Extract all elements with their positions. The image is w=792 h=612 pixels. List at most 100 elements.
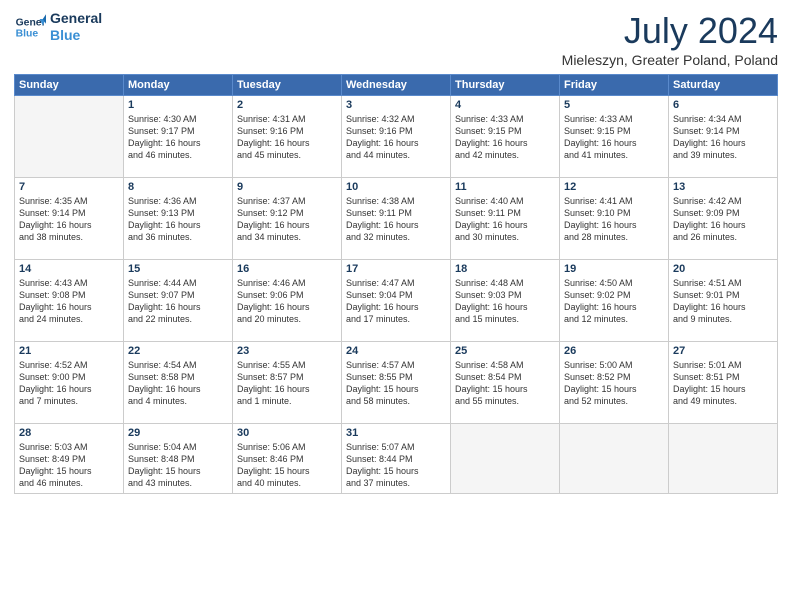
- calendar-day-cell: [451, 424, 560, 494]
- day-number: 14: [19, 263, 119, 275]
- calendar-day-cell: 3 Sunrise: 4:32 AM Sunset: 9:16 PM Daylig…: [342, 96, 451, 178]
- day-info: Sunrise: 4:40 AM Sunset: 9:11 PM Dayligh…: [455, 195, 555, 244]
- calendar-table: SundayMondayTuesdayWednesdayThursdayFrid…: [14, 74, 778, 494]
- day-number: 18: [455, 263, 555, 275]
- day-info: Sunrise: 4:33 AM Sunset: 9:15 PM Dayligh…: [455, 113, 555, 162]
- logo: General Blue General Blue: [14, 10, 102, 44]
- calendar-day-cell: 20 Sunrise: 4:51 AM Sunset: 9:01 PM Dayli…: [669, 260, 778, 342]
- day-number: 23: [237, 345, 337, 357]
- calendar-day-cell: 25 Sunrise: 4:58 AM Sunset: 8:54 PM Dayli…: [451, 342, 560, 424]
- day-info: Sunrise: 4:48 AM Sunset: 9:03 PM Dayligh…: [455, 277, 555, 326]
- logo-text-line2: Blue: [50, 27, 102, 44]
- day-info: Sunrise: 4:44 AM Sunset: 9:07 PM Dayligh…: [128, 277, 228, 326]
- svg-text:Blue: Blue: [16, 28, 39, 39]
- day-info: Sunrise: 4:58 AM Sunset: 8:54 PM Dayligh…: [455, 359, 555, 408]
- calendar-day-cell: 23Sunrise: 4:55 AM Sunset: 8:57 PM Dayli…: [233, 342, 342, 424]
- calendar-header-row: SundayMondayTuesdayWednesdayThursdayFrid…: [15, 75, 778, 96]
- day-info: Sunrise: 4:57 AM Sunset: 8:55 PM Dayligh…: [346, 359, 446, 408]
- calendar-day-cell: 7Sunrise: 4:35 AM Sunset: 9:14 PM Daylig…: [15, 178, 124, 260]
- day-info: Sunrise: 4:42 AM Sunset: 9:09 PM Dayligh…: [673, 195, 773, 244]
- day-number: 1: [128, 99, 228, 111]
- day-number: 28: [19, 427, 119, 439]
- page: General Blue General Blue July 2024 Miel…: [0, 0, 792, 612]
- calendar-day-cell: 27 Sunrise: 5:01 AM Sunset: 8:51 PM Dayli…: [669, 342, 778, 424]
- day-info: Sunrise: 4:38 AM Sunset: 9:11 PM Dayligh…: [346, 195, 446, 244]
- calendar-day-cell: 11 Sunrise: 4:40 AM Sunset: 9:11 PM Dayli…: [451, 178, 560, 260]
- calendar-day-cell: 14Sunrise: 4:43 AM Sunset: 9:08 PM Dayli…: [15, 260, 124, 342]
- calendar-day-header: Thursday: [451, 75, 560, 96]
- day-number: 29: [128, 427, 228, 439]
- calendar-day-cell: 24 Sunrise: 4:57 AM Sunset: 8:55 PM Dayli…: [342, 342, 451, 424]
- calendar-day-cell: 30 Sunrise: 5:06 AM Sunset: 8:46 PM Dayli…: [233, 424, 342, 494]
- day-info: Sunrise: 5:04 AM Sunset: 8:48 PM Dayligh…: [128, 441, 228, 490]
- day-number: 13: [673, 181, 773, 193]
- day-info: Sunrise: 4:33 AM Sunset: 9:15 PM Dayligh…: [564, 113, 664, 162]
- calendar-day-cell: 2Sunrise: 4:31 AM Sunset: 9:16 PM Daylig…: [233, 96, 342, 178]
- day-info: Sunrise: 4:37 AM Sunset: 9:12 PM Dayligh…: [237, 195, 337, 244]
- day-number: 3: [346, 99, 446, 111]
- day-number: 20: [673, 263, 773, 275]
- calendar-day-cell: [669, 424, 778, 494]
- calendar-day-cell: 31 Sunrise: 5:07 AM Sunset: 8:44 PM Dayli…: [342, 424, 451, 494]
- calendar-day-cell: 18 Sunrise: 4:48 AM Sunset: 9:03 PM Dayli…: [451, 260, 560, 342]
- day-number: 15: [128, 263, 228, 275]
- day-number: 16: [237, 263, 337, 275]
- calendar-week-row: 14Sunrise: 4:43 AM Sunset: 9:08 PM Dayli…: [15, 260, 778, 342]
- logo-text-line1: General: [50, 10, 102, 27]
- calendar-day-cell: 28Sunrise: 5:03 AM Sunset: 8:49 PM Dayli…: [15, 424, 124, 494]
- calendar-day-cell: 22 Sunrise: 4:54 AM Sunset: 8:58 PM Dayli…: [124, 342, 233, 424]
- calendar-day-header: Saturday: [669, 75, 778, 96]
- day-number: 21: [19, 345, 119, 357]
- day-info: Sunrise: 4:34 AM Sunset: 9:14 PM Dayligh…: [673, 113, 773, 162]
- calendar-week-row: 7Sunrise: 4:35 AM Sunset: 9:14 PM Daylig…: [15, 178, 778, 260]
- calendar-week-row: 1Sunrise: 4:30 AM Sunset: 9:17 PM Daylig…: [15, 96, 778, 178]
- day-number: 19: [564, 263, 664, 275]
- logo-icon: General Blue: [14, 11, 46, 43]
- day-number: 25: [455, 345, 555, 357]
- day-number: 11: [455, 181, 555, 193]
- day-number: 2: [237, 99, 337, 111]
- calendar-day-header: Friday: [560, 75, 669, 96]
- calendar-day-cell: [15, 96, 124, 178]
- location-title: Mieleszyn, Greater Poland, Poland: [562, 52, 778, 68]
- calendar-day-cell: 4 Sunrise: 4:33 AM Sunset: 9:15 PM Daylig…: [451, 96, 560, 178]
- day-info: Sunrise: 4:32 AM Sunset: 9:16 PM Dayligh…: [346, 113, 446, 162]
- day-info: Sunrise: 4:54 AM Sunset: 8:58 PM Dayligh…: [128, 359, 228, 408]
- day-number: 31: [346, 427, 446, 439]
- calendar-day-cell: [560, 424, 669, 494]
- calendar-day-cell: 8Sunrise: 4:36 AM Sunset: 9:13 PM Daylig…: [124, 178, 233, 260]
- calendar-day-header: Tuesday: [233, 75, 342, 96]
- calendar-week-row: 28Sunrise: 5:03 AM Sunset: 8:49 PM Dayli…: [15, 424, 778, 494]
- calendar-day-cell: 5 Sunrise: 4:33 AM Sunset: 9:15 PM Daylig…: [560, 96, 669, 178]
- calendar-day-cell: 15 Sunrise: 4:44 AM Sunset: 9:07 PM Dayli…: [124, 260, 233, 342]
- day-number: 17: [346, 263, 446, 275]
- calendar-day-header: Wednesday: [342, 75, 451, 96]
- title-block: July 2024 Mieleszyn, Greater Poland, Pol…: [562, 10, 778, 68]
- day-number: 8: [128, 181, 228, 193]
- calendar-week-row: 21 Sunrise: 4:52 AM Sunset: 9:00 PM Dayli…: [15, 342, 778, 424]
- day-info: Sunrise: 4:50 AM Sunset: 9:02 PM Dayligh…: [564, 277, 664, 326]
- day-info: Sunrise: 5:01 AM Sunset: 8:51 PM Dayligh…: [673, 359, 773, 408]
- calendar-day-cell: 12Sunrise: 4:41 AM Sunset: 9:10 PM Dayli…: [560, 178, 669, 260]
- day-info: Sunrise: 4:41 AM Sunset: 9:10 PM Dayligh…: [564, 195, 664, 244]
- day-info: Sunrise: 5:06 AM Sunset: 8:46 PM Dayligh…: [237, 441, 337, 490]
- header: General Blue General Blue July 2024 Miel…: [14, 10, 778, 68]
- month-title: July 2024: [562, 10, 778, 52]
- calendar-day-header: Sunday: [15, 75, 124, 96]
- calendar-day-cell: 19 Sunrise: 4:50 AM Sunset: 9:02 PM Dayli…: [560, 260, 669, 342]
- day-number: 5: [564, 99, 664, 111]
- day-info: Sunrise: 4:52 AM Sunset: 9:00 PM Dayligh…: [19, 359, 119, 408]
- day-info: Sunrise: 4:51 AM Sunset: 9:01 PM Dayligh…: [673, 277, 773, 326]
- day-number: 30: [237, 427, 337, 439]
- calendar-day-cell: 1Sunrise: 4:30 AM Sunset: 9:17 PM Daylig…: [124, 96, 233, 178]
- day-info: Sunrise: 4:46 AM Sunset: 9:06 PM Dayligh…: [237, 277, 337, 326]
- day-number: 22: [128, 345, 228, 357]
- calendar-day-cell: 9 Sunrise: 4:37 AM Sunset: 9:12 PM Daylig…: [233, 178, 342, 260]
- day-number: 4: [455, 99, 555, 111]
- day-info: Sunrise: 4:35 AM Sunset: 9:14 PM Dayligh…: [19, 195, 119, 244]
- day-number: 24: [346, 345, 446, 357]
- day-number: 27: [673, 345, 773, 357]
- day-info: Sunrise: 5:07 AM Sunset: 8:44 PM Dayligh…: [346, 441, 446, 490]
- day-number: 9: [237, 181, 337, 193]
- calendar-day-cell: 16 Sunrise: 4:46 AM Sunset: 9:06 PM Dayli…: [233, 260, 342, 342]
